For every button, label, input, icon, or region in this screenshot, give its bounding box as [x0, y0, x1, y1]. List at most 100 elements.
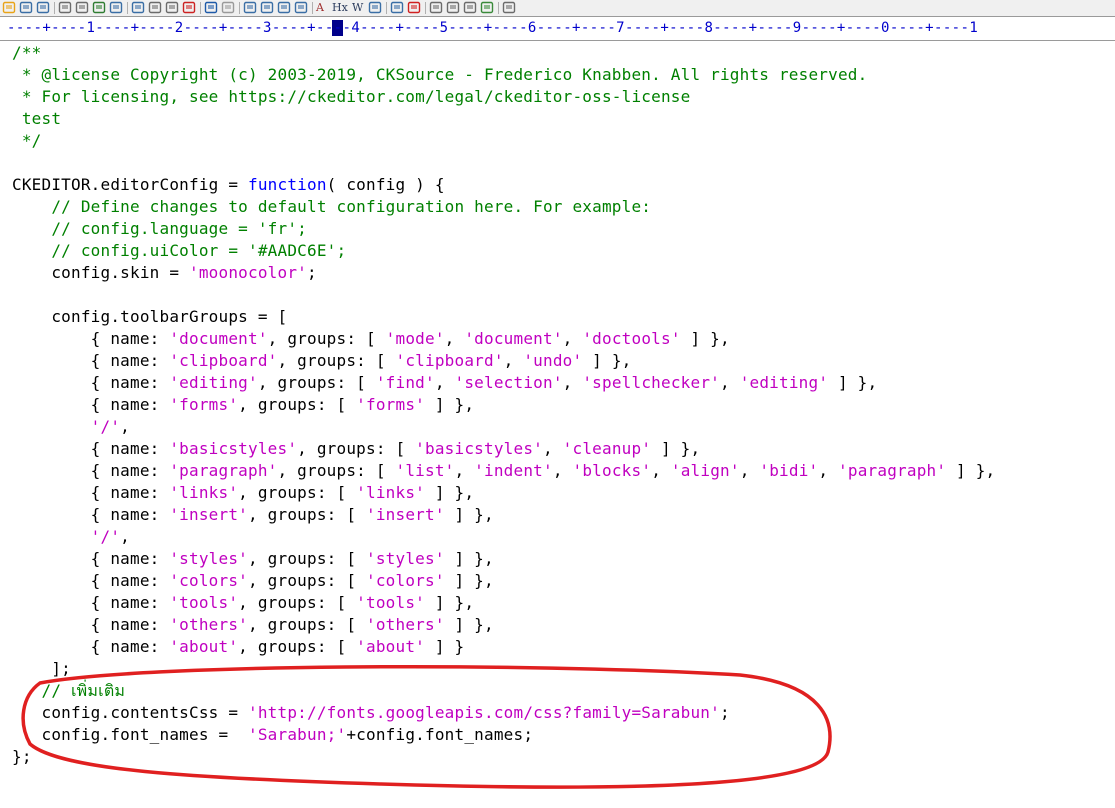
redo-icon[interactable] — [221, 1, 235, 14]
find-replace-icon[interactable] — [260, 1, 274, 14]
find-in-files-icon[interactable] — [277, 1, 291, 14]
code-text: ; — [307, 263, 317, 282]
code-text: , — [552, 461, 573, 480]
copy-icon[interactable] — [148, 1, 162, 14]
toolbar-separator — [386, 2, 387, 14]
code-text: config.contentsCss = — [12, 703, 248, 722]
code-text: , groups: [ — [238, 593, 357, 612]
code-line: { name: 'basicstyles', groups: [ 'basics… — [12, 438, 700, 460]
code-line: { name: 'clipboard', groups: [ 'clipboar… — [12, 350, 632, 372]
code-line: test — [12, 108, 61, 130]
code-text: , groups: [ — [257, 373, 376, 392]
code-text: ( config ) { — [326, 175, 445, 194]
code-text: ] }, — [828, 373, 878, 392]
code-text: ] }, — [425, 395, 475, 414]
align-icon[interactable] — [368, 1, 382, 14]
code-text: { name: — [12, 461, 170, 480]
code-text: { name: — [12, 637, 170, 656]
code-comment: /** — [12, 43, 42, 62]
undo-icon[interactable] — [204, 1, 218, 14]
code-text: ] }, — [680, 329, 730, 348]
code-string: 'moonocolor' — [189, 263, 307, 282]
code-string: 'links' — [356, 483, 426, 502]
go-to-icon[interactable] — [294, 1, 308, 14]
code-text: , groups: [ — [248, 549, 366, 568]
code-line: { name: 'paragraph', groups: [ 'list', '… — [12, 460, 996, 482]
code-text: { name: — [12, 593, 170, 612]
code-line: '/', — [12, 416, 130, 438]
font-icon[interactable]: A — [316, 0, 332, 15]
print-preview-icon[interactable] — [58, 1, 72, 14]
code-text: , — [120, 417, 131, 436]
document-icon[interactable] — [429, 1, 443, 14]
word-wrap-icon[interactable]: W — [352, 0, 368, 15]
code-text: , — [562, 329, 583, 348]
help-icon[interactable] — [502, 1, 516, 14]
code-text: , groups: [ — [238, 483, 357, 502]
code-line: '/', — [12, 526, 130, 548]
code-text: ] }, — [425, 593, 475, 612]
code-comment: */ — [12, 131, 42, 150]
column-ruler: ----+----1----+----2----+----3----+----4… — [0, 16, 1115, 41]
code-string: 'cleanup' — [562, 439, 652, 458]
screenshot-icon[interactable] — [480, 1, 494, 14]
code-text: , — [720, 373, 740, 392]
toolbar-separator — [498, 2, 499, 14]
code-text: , groups: [ — [248, 571, 366, 590]
code-string: 'insert' — [366, 505, 445, 524]
open-folder-icon[interactable] — [2, 1, 16, 14]
print-icon[interactable] — [75, 1, 89, 14]
code-line: config.contentsCss = 'http://fonts.googl… — [12, 702, 730, 724]
code-string: 'others' — [169, 615, 248, 634]
code-text: , groups: [ — [248, 505, 366, 524]
code-comment: // config.language = 'fr'; — [12, 219, 307, 238]
spelling-icon[interactable] — [390, 1, 404, 14]
code-text: ] }, — [582, 351, 632, 370]
code-text: ] } — [425, 637, 465, 656]
code-string: 'indent' — [474, 461, 553, 480]
cut-icon[interactable] — [131, 1, 145, 14]
save-all-icon[interactable] — [36, 1, 50, 14]
code-string: 'clipboard' — [169, 351, 278, 370]
code-text: { name: — [12, 483, 170, 502]
format-icon[interactable] — [109, 1, 123, 14]
code-line: // config.language = 'fr'; — [12, 218, 307, 240]
code-line: config.font_names = 'Sarabun;'+config.fo… — [12, 724, 533, 746]
preview-icon[interactable] — [463, 1, 477, 14]
code-text: { name: — [12, 329, 170, 348]
code-keyword: function — [248, 175, 327, 194]
code-line: { name: 'styles', groups: [ 'styles' ] }… — [12, 548, 494, 570]
toolbar: A Hx W — [0, 0, 1115, 17]
code-line: { name: 'forms', groups: [ 'forms' ] }, — [12, 394, 474, 416]
code-text: { name: — [12, 351, 170, 370]
code-text: +config.font_names; — [346, 725, 534, 744]
code-text: { name: — [12, 571, 170, 590]
toolbar-separator — [239, 2, 240, 14]
code-line: { name: 'insert', groups: [ 'insert' ] }… — [12, 504, 494, 526]
heading-icon[interactable]: Hx — [332, 0, 348, 15]
code-line: }; — [12, 746, 32, 768]
delete-icon[interactable] — [182, 1, 196, 14]
code-text: config.toolbarGroups = [ — [12, 307, 288, 326]
save-icon[interactable] — [19, 1, 33, 14]
code-line: config.toolbarGroups = [ — [12, 306, 287, 328]
code-text: ] }, — [946, 461, 996, 480]
code-text: , groups: [ — [238, 637, 357, 656]
paste-icon[interactable] — [165, 1, 179, 14]
code-text: , — [444, 329, 465, 348]
check-mark-icon[interactable] — [407, 1, 421, 14]
code-text: }; — [12, 747, 32, 766]
code-text: ] }, — [651, 439, 701, 458]
code-line: ]; — [12, 658, 71, 680]
code-comment: // Define changes to default configurati… — [12, 197, 652, 216]
code-string: 'forms' — [356, 395, 426, 414]
spell-check-icon[interactable] — [92, 1, 106, 14]
find-icon[interactable] — [243, 1, 257, 14]
code-text: , groups: [ — [277, 461, 396, 480]
code-string: 'spellchecker' — [582, 373, 721, 392]
window-icon[interactable] — [446, 1, 460, 14]
code-string: 'http://fonts.googleapis.com/css?family=… — [248, 703, 720, 722]
code-comment: // เพิ่มเติม — [12, 681, 126, 700]
